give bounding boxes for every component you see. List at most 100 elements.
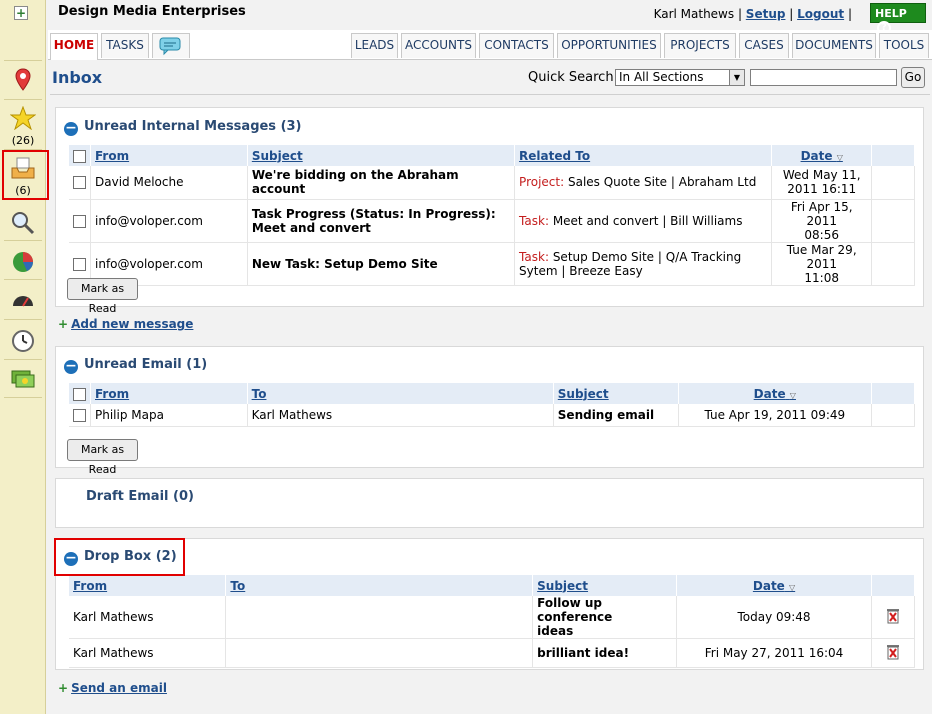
tab-opportunities[interactable]: OPPORTUNITIES: [557, 33, 661, 58]
dashboard-button[interactable]: [0, 290, 46, 313]
related-text[interactable]: Meet and convert | Bill Williams: [549, 214, 743, 228]
trash-icon[interactable]: [886, 608, 900, 624]
tab-chat[interactable]: [152, 33, 190, 58]
select-all-header[interactable]: [69, 383, 91, 404]
toolbar-divider: [4, 359, 42, 360]
related-text[interactable]: Setup Demo Site | Q/A Tracking: [549, 250, 741, 264]
col-subject[interactable]: Subject: [553, 383, 679, 404]
row-subject[interactable]: Task Progress (Status: In Progress): Meet…: [247, 199, 516, 243]
help-button[interactable]: HELP?: [870, 3, 926, 35]
inbox-selected-highlight: [2, 150, 49, 200]
table-row[interactable]: David Meloche We're bidding on the Abrah…: [69, 166, 915, 200]
dropdown-arrow-icon: ▼: [729, 70, 744, 85]
finance-button[interactable]: [0, 367, 46, 394]
tab-tasks[interactable]: TASKS: [101, 33, 149, 58]
row-subject[interactable]: Follow up conference ideas: [532, 596, 678, 639]
mark-as-read-button[interactable]: Mark as Read: [67, 439, 138, 476]
row-to: [225, 638, 534, 668]
col-related-to[interactable]: Related To: [514, 145, 773, 166]
col-subject[interactable]: Subject: [247, 145, 516, 166]
col-date[interactable]: Date ▽: [771, 145, 873, 166]
logout-link[interactable]: Logout: [797, 7, 844, 21]
date-line2: 11:08: [804, 270, 839, 285]
select-all-checkbox[interactable]: [73, 387, 86, 401]
row-actions: [871, 199, 915, 243]
col-subject[interactable]: Subject: [532, 575, 678, 596]
row-checkbox[interactable]: [73, 257, 86, 271]
quick-search-scope-select[interactable]: In All Sections ▼: [615, 69, 745, 86]
map-pin-button[interactable]: [0, 68, 46, 95]
row-actions: [871, 242, 915, 286]
mark-as-read-button[interactable]: Mark as Read: [67, 278, 138, 315]
table-row[interactable]: Philip Mapa Karl Mathews Sending email T…: [69, 404, 915, 427]
favorites-count: (26): [11, 134, 35, 147]
select-all-checkbox[interactable]: [73, 149, 86, 163]
date-line2: 08:56: [804, 227, 839, 242]
collapse-icon[interactable]: −: [64, 121, 78, 136]
quick-search-go-button[interactable]: Go: [901, 67, 925, 88]
row-subject[interactable]: We're bidding on the Abraham account: [247, 166, 516, 200]
setup-link[interactable]: Setup: [746, 7, 786, 21]
unread-messages-title-text: Unread Internal Messages (3): [84, 119, 302, 134]
history-button[interactable]: [0, 329, 46, 356]
table-row[interactable]: Karl Mathews brilliant idea! Fri May 27,…: [69, 638, 916, 668]
date-line1: Wed May 11,: [782, 168, 861, 183]
add-new-message-link[interactable]: + Add new message: [58, 317, 193, 331]
row-checkbox-cell[interactable]: [69, 199, 91, 243]
tab-tools[interactable]: TOOLS: [879, 33, 929, 58]
row-checkbox[interactable]: [73, 176, 86, 190]
col-to[interactable]: To: [247, 383, 554, 404]
row-date: Fri Apr 15, 2011 08:56: [771, 199, 873, 243]
reports-button[interactable]: [0, 250, 46, 277]
row-actions: [871, 166, 915, 200]
related-text[interactable]: Sales Quote Site | Abraham Ltd: [564, 175, 756, 189]
row-subject[interactable]: New Task: Setup Demo Site: [247, 242, 516, 286]
related-text-line2[interactable]: Sytem | Breeze Easy: [519, 264, 643, 278]
col-to[interactable]: To: [225, 575, 534, 596]
tab-cases-label: CASES: [744, 38, 784, 52]
row-date: Today 09:48: [676, 596, 872, 639]
row-from: David Meloche: [90, 166, 248, 200]
col-from[interactable]: From: [90, 383, 248, 404]
unread-email-title[interactable]: − Unread Email (1): [64, 357, 207, 374]
tab-cases[interactable]: CASES: [739, 33, 789, 58]
row-checkbox-cell[interactable]: [69, 166, 91, 200]
tab-home[interactable]: HOME: [50, 33, 98, 60]
favorites-button[interactable]: (26): [0, 105, 46, 147]
col-from[interactable]: From: [69, 575, 227, 596]
map-pin-icon: [15, 68, 31, 91]
tab-leads[interactable]: LEADS: [351, 33, 398, 58]
user-name: Karl Mathews: [653, 7, 735, 21]
trash-icon[interactable]: [886, 644, 900, 660]
tab-accounts[interactable]: ACCOUNTS: [401, 33, 476, 58]
tab-projects[interactable]: PROJECTS: [664, 33, 736, 58]
select-all-header[interactable]: [69, 145, 91, 166]
row-subject[interactable]: Sending email: [553, 404, 679, 427]
subject-line2: ideas: [537, 624, 574, 638]
drop-box-panel: − Drop Box (2) From To Subject Date ▽ Kar…: [55, 538, 924, 670]
draft-email-title[interactable]: Draft Email (0): [86, 489, 194, 504]
quick-search-input[interactable]: [750, 69, 897, 86]
row-subject[interactable]: brilliant idea!: [532, 638, 678, 668]
col-actions: [871, 383, 915, 404]
table-row[interactable]: info@voloper.com Task Progress (Status: …: [69, 199, 915, 243]
date-line1: Fri Apr 15, 2011: [790, 199, 853, 228]
unread-messages-title[interactable]: − Unread Internal Messages (3): [64, 119, 302, 136]
table-row[interactable]: Karl Mathews Follow up conference ideas T…: [69, 596, 916, 639]
table-row[interactable]: info@voloper.com New Task: Setup Demo Si…: [69, 242, 915, 286]
col-date[interactable]: Date ▽: [676, 575, 872, 596]
send-email-link[interactable]: + Send an email: [58, 681, 167, 695]
row-checkbox[interactable]: [73, 408, 86, 422]
add-icon[interactable]: +: [14, 6, 28, 20]
row-checkbox[interactable]: [73, 214, 86, 228]
col-date[interactable]: Date ▽: [678, 383, 873, 404]
help-label: HELP: [875, 7, 907, 20]
row-checkbox-cell[interactable]: [69, 404, 91, 427]
collapse-icon[interactable]: −: [64, 359, 78, 374]
tab-contacts[interactable]: CONTACTS: [479, 33, 554, 58]
search-button[interactable]: [0, 210, 46, 239]
tab-documents[interactable]: DOCUMENTS: [792, 33, 876, 58]
col-from[interactable]: From: [90, 145, 248, 166]
date-line2: 2011 16:11: [787, 182, 857, 197]
toolbar-divider: [4, 279, 42, 280]
